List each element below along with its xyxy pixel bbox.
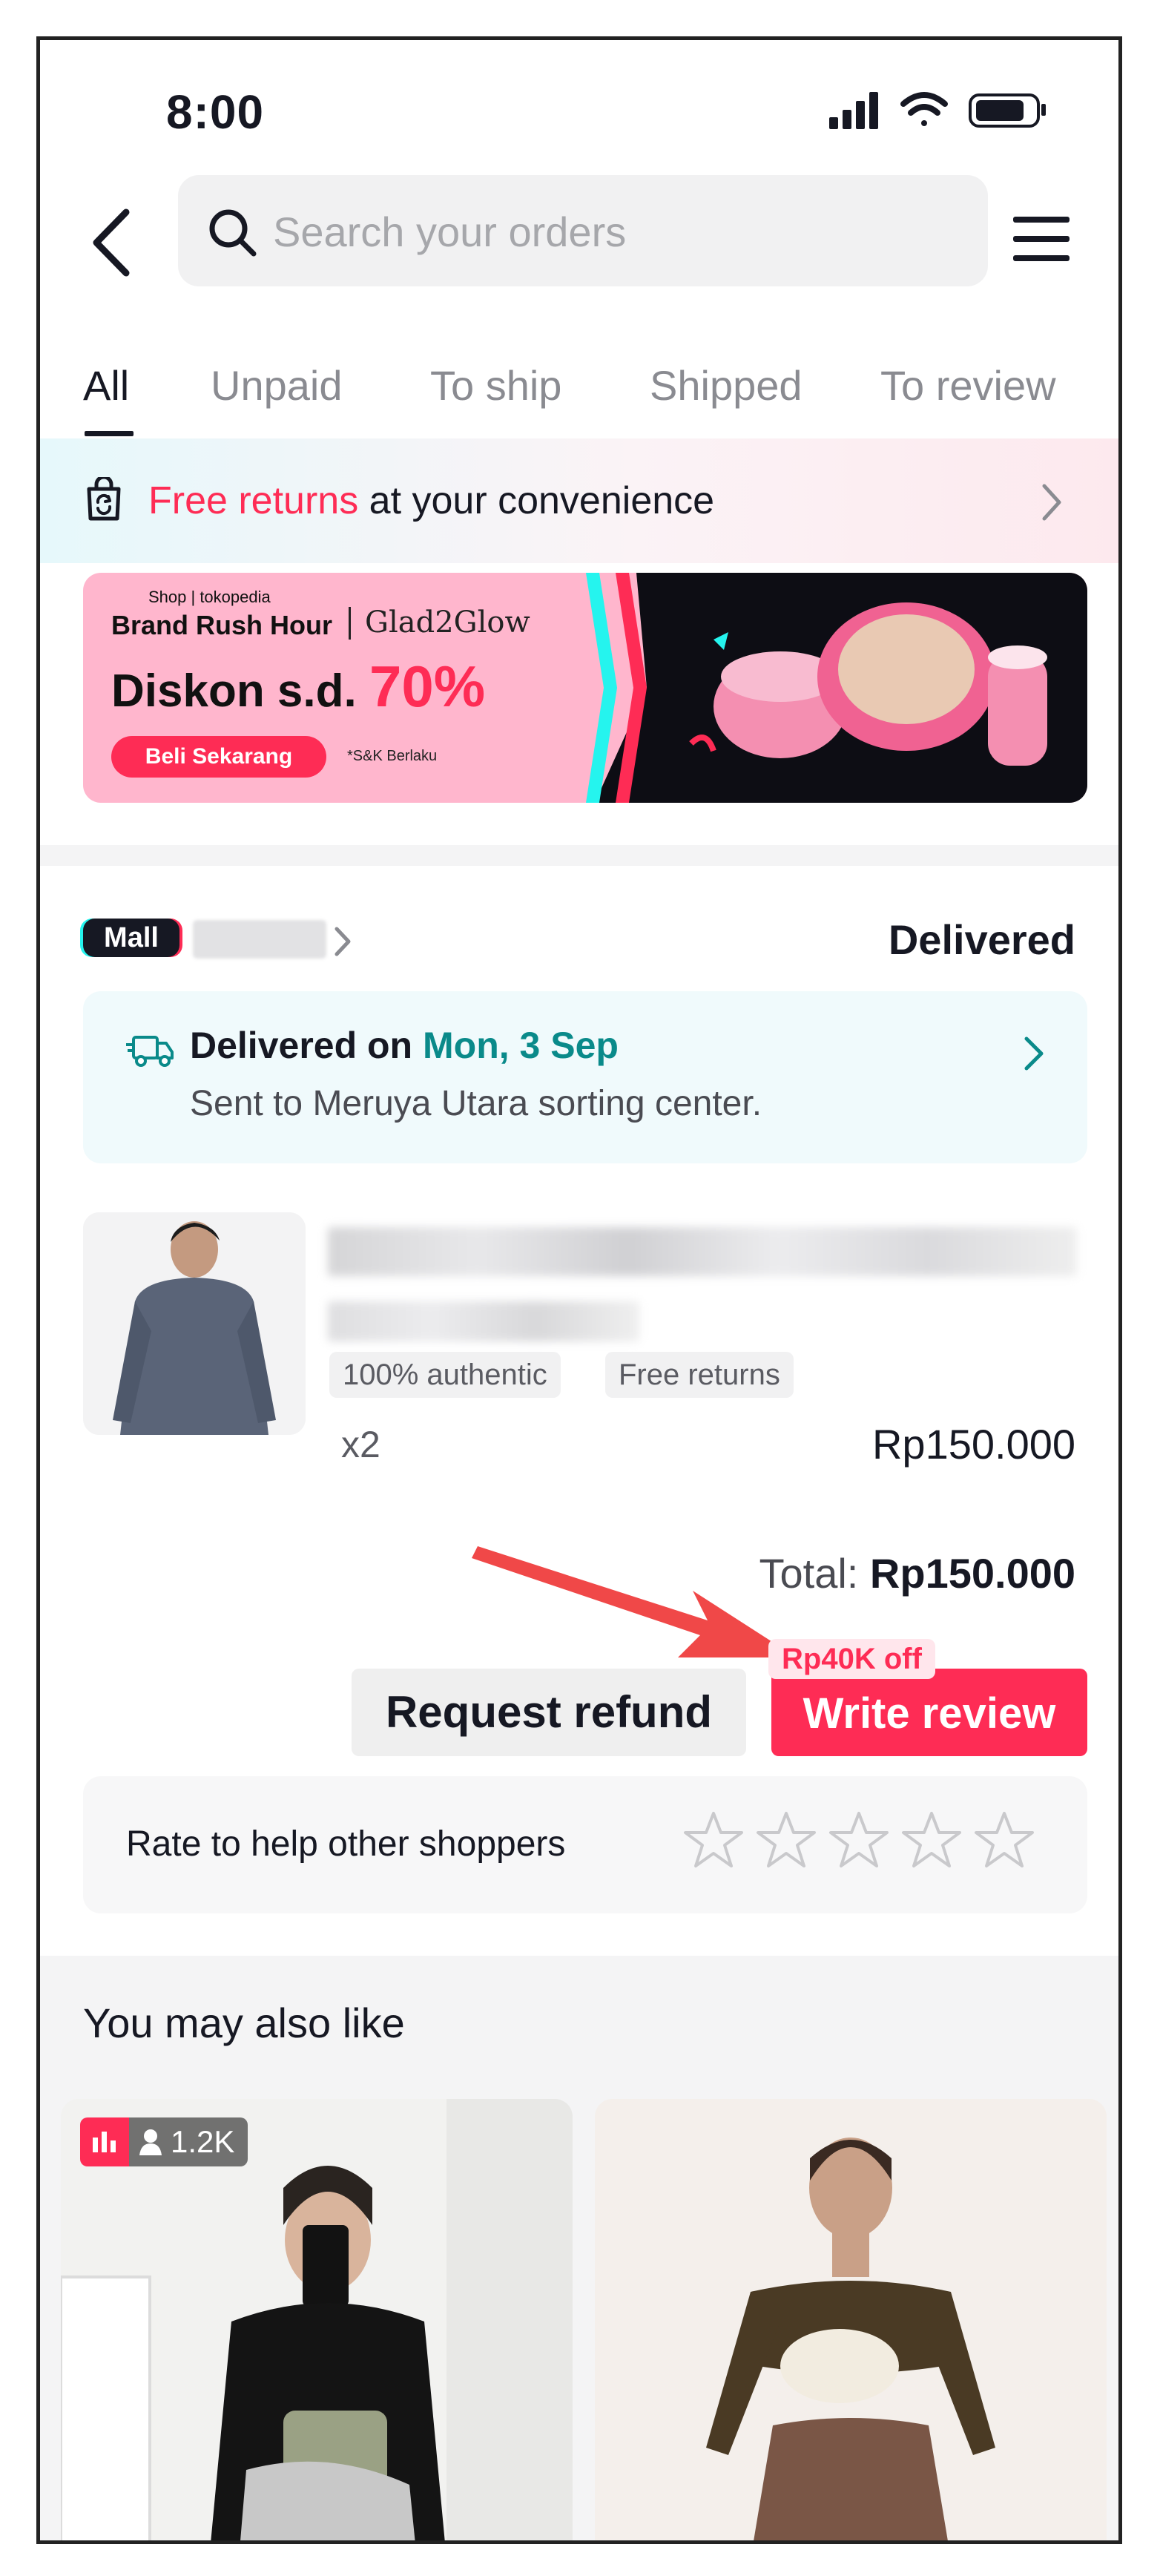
delivery-info-card[interactable]: Delivered on Mon, 3 Sep Sent to Meruya U… xyxy=(83,991,1087,1163)
truck-icon xyxy=(126,1036,174,1067)
hamburger-icon xyxy=(1013,217,1070,261)
order-tabs: All Unpaid To ship Shipped To review xyxy=(40,326,1118,437)
request-refund-button[interactable]: Request refund xyxy=(352,1669,746,1756)
promo-cta-button[interactable]: Beli Sekarang xyxy=(111,736,326,778)
annotation-arrow-icon xyxy=(472,1546,797,1657)
search-bar[interactable]: Search your orders xyxy=(178,175,988,286)
star-3-icon[interactable] xyxy=(828,1809,890,1871)
returns-highlight: Free returns xyxy=(148,479,359,522)
live-badge: 1.2K xyxy=(80,2117,248,2166)
promo-banner[interactable]: Shop | tokopedia Brand Rush Hour Glad2Gl… xyxy=(83,573,1087,803)
stick-tube xyxy=(988,645,1047,766)
promo-discount: Diskon s.d. 70% xyxy=(111,653,485,720)
back-button[interactable] xyxy=(85,202,144,283)
product-price: Rp150.000 xyxy=(871,1421,1075,1468)
live-bars-icon xyxy=(80,2117,129,2166)
promo-terms: *S&K Berlaku xyxy=(347,748,438,764)
promo-brand: Glad2Glow xyxy=(365,605,530,640)
search-input[interactable]: Search your orders xyxy=(273,208,626,256)
mall-badge: Mall xyxy=(83,919,179,957)
promo-product-image xyxy=(689,602,1047,766)
tab-to-review[interactable]: To review xyxy=(880,361,1056,410)
promo-title: Brand Rush Hour xyxy=(111,610,333,640)
chevron-right-icon xyxy=(1024,1036,1044,1071)
star-5-icon[interactable] xyxy=(973,1809,1035,1871)
product-image[interactable] xyxy=(83,1212,306,1435)
product-name-blurred-2[interactable] xyxy=(328,1301,639,1341)
star-1-icon[interactable] xyxy=(682,1809,745,1871)
free-returns-banner[interactable]: Free returns at your convenience xyxy=(40,438,1118,563)
discount-value: 70% xyxy=(369,654,486,719)
battery-icon xyxy=(969,93,1046,128)
signal-icon xyxy=(829,92,878,129)
return-bag-icon xyxy=(87,477,121,521)
shop-chevron-icon[interactable] xyxy=(331,923,353,960)
recommended-product-card[interactable] xyxy=(595,2099,1107,2540)
star-2-icon[interactable] xyxy=(755,1809,817,1871)
delivery-headline: Delivered on Mon, 3 Sep xyxy=(190,1024,619,1067)
write-review-button[interactable]: Write review xyxy=(771,1669,1087,1756)
status-time: 8:00 xyxy=(166,85,265,139)
discount-prefix: Diskon s.d. xyxy=(111,666,357,717)
promo-divider xyxy=(349,607,351,640)
delivery-date: Mon, 3 Sep xyxy=(423,1025,619,1066)
product-quantity: x2 xyxy=(341,1424,380,1465)
promo-store-label: Shop | tokopedia xyxy=(148,588,271,606)
viewer-count-value: 1.2K xyxy=(171,2124,235,2159)
returns-text: Free returns at your convenience xyxy=(148,479,714,523)
rate-prompt: Rate to help other shoppers xyxy=(126,1824,566,1864)
tag-free-returns: Free returns xyxy=(605,1352,794,1398)
viewer-count: 1.2K xyxy=(129,2117,248,2166)
delivery-detail: Sent to Meruya Utara sorting center. xyxy=(190,1084,762,1123)
product-name-blurred[interactable] xyxy=(328,1227,1077,1276)
compact-powder xyxy=(817,602,995,751)
person-icon xyxy=(139,2129,162,2155)
search-icon xyxy=(209,209,257,257)
tab-all[interactable]: All xyxy=(83,361,129,410)
review-discount-badge: Rp40K off xyxy=(768,1639,935,1679)
delivery-prefix: Delivered on xyxy=(190,1025,423,1066)
chevron-right-icon xyxy=(1042,484,1061,521)
status-icons xyxy=(829,89,1052,131)
order-status: Delivered xyxy=(888,916,1075,963)
phone-frame: 8:00 Search your orders All Unpaid To sh… xyxy=(36,36,1122,2544)
section-separator xyxy=(40,845,1118,866)
tab-shipped[interactable]: Shipped xyxy=(650,361,803,410)
wifi-icon xyxy=(900,92,948,126)
rate-card: Rate to help other shoppers xyxy=(83,1776,1087,1913)
recommendations-title: You may also like xyxy=(83,2000,405,2046)
star-rating xyxy=(682,1809,1035,1883)
chevron-left-icon xyxy=(93,208,130,277)
returns-rest: at your convenience xyxy=(358,479,715,522)
menu-button[interactable] xyxy=(1009,209,1075,269)
star-4-icon[interactable] xyxy=(900,1809,963,1871)
total-value: Rp150.000 xyxy=(869,1550,1075,1597)
tag-authentic: 100% authentic xyxy=(329,1352,561,1398)
tab-unpaid[interactable]: Unpaid xyxy=(211,361,342,410)
tab-to-ship[interactable]: To ship xyxy=(430,361,561,410)
recommended-product-image xyxy=(595,2099,1107,2540)
active-tab-indicator xyxy=(85,431,134,436)
shop-name-blurred[interactable] xyxy=(193,920,326,959)
